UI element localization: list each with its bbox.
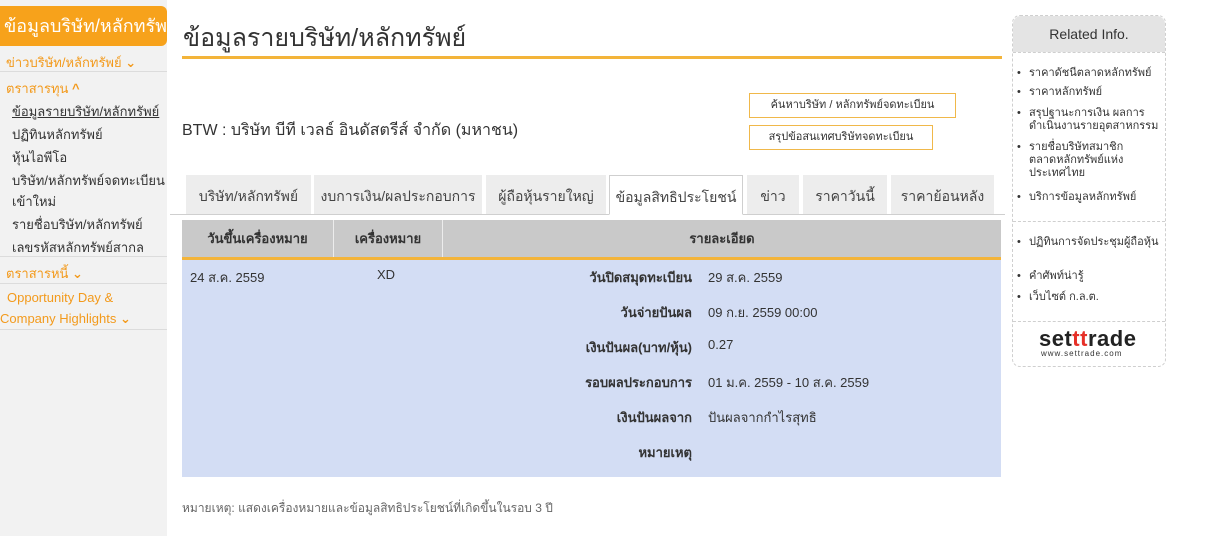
chevron-down-icon: ⌄ xyxy=(125,55,137,70)
search-company-button[interactable]: ค้นหาบริษัท / หลักทรัพย์จดทะเบียน xyxy=(749,93,956,118)
sidebar-item-debt[interactable]: ตราสารหนี้ ⌄ xyxy=(0,263,167,284)
footnote: หมายเหตุ: แสดงเครื่องหมายและข้อมูลสิทธิป… xyxy=(182,501,553,515)
settrade-logo-accent: tt xyxy=(1072,326,1088,351)
tab-bar: บริษัท/หลักทรัพย์ งบการเงิน/ผลประกอบการ … xyxy=(170,175,1005,215)
related-info-panel: Related Info. ราคาดัชนีตลาดหลักทรัพย์ รา… xyxy=(1012,15,1166,367)
detail-value-book-close: 29 ส.ค. 2559 xyxy=(708,270,783,285)
tab-benefits[interactable]: ข้อมูลสิทธิประโยชน์ xyxy=(609,175,743,215)
row-date: 24 ส.ค. 2559 xyxy=(190,270,265,285)
sidebar-item-calendar[interactable]: ปฏิทินหลักทรัพย์ xyxy=(0,124,167,145)
sidebar-divider xyxy=(0,329,167,330)
detail-label-source: เงินปันผลจาก xyxy=(616,410,692,425)
chevron-down-icon: ⌄ xyxy=(72,266,83,281)
detail-label-remark: หมายเหตุ xyxy=(638,445,692,460)
sidebar-item-equity[interactable]: ตราสารทุน ^ xyxy=(0,78,167,99)
detail-label-dividend: เงินปันผล(บาท/หุ้น) xyxy=(585,340,692,355)
sidebar-divider xyxy=(0,71,167,72)
detail-value-source: ปันผลจากกำไรสุทธิ xyxy=(708,410,817,425)
tab-price-history[interactable]: ราคาย้อนหลัง xyxy=(891,175,994,214)
settrade-logo-part: set xyxy=(1039,326,1073,351)
panel-divider xyxy=(1013,321,1165,322)
company-summary-button[interactable]: สรุปข้อสนเทศบริษัทจดทะเบียน xyxy=(749,125,933,150)
related-link-member-list[interactable]: รายชื่อบริษัทสมาชิกตลาดหลักทรัพย์แห่งประ… xyxy=(1017,141,1165,180)
detail-value-dividend: 0.27 xyxy=(708,337,734,352)
related-link-financial-summary[interactable]: สรุปฐานะการเงิน ผลการดำเนินงานรายอุตสาหก… xyxy=(1017,107,1165,133)
related-link-sec-website[interactable]: เว็บไซต์ ก.ล.ต. xyxy=(1017,291,1165,304)
sidebar-item-isin[interactable]: เลขรหัสหลักทรัพย์สากล xyxy=(0,237,167,258)
detail-label-book-close: วันปิดสมุดทะเบียน xyxy=(589,270,692,285)
sidebar-item-company-list[interactable]: รายชื่อบริษัท/หลักทรัพย์ xyxy=(0,214,167,235)
row-sign: XD xyxy=(377,267,396,282)
chevron-down-icon: ⌄ xyxy=(119,311,131,326)
table-header: วันขึ้นเครื่องหมาย เครื่องหมาย รายละเอีย… xyxy=(182,220,1001,257)
tab-company[interactable]: บริษัท/หลักทรัพย์ xyxy=(186,175,311,214)
related-link-agm-calendar[interactable]: ปฏิทินการจัดประชุมผู้ถือหุ้น xyxy=(1017,236,1165,249)
left-sidebar: ข้อมูลบริษัท/หลักทรัพย์ ข่าวบริษัท/หลักท… xyxy=(0,0,178,536)
sidebar-item-news[interactable]: ข่าวบริษัท/หลักทรัพย์ ⌄ xyxy=(0,52,167,73)
page-title: ข้อมูลรายบริษัท/หลักทรัพย์ xyxy=(183,24,467,52)
tab-price-today[interactable]: ราคาวันนี้ xyxy=(803,175,887,214)
panel-divider xyxy=(1013,221,1165,222)
tab-shareholders[interactable]: ผู้ถือหุ้นรายใหญ่ xyxy=(486,175,606,214)
sidebar-item-news-label: ข่าวบริษัท/หลักทรัพย์ xyxy=(6,55,122,70)
detail-label-period: รอบผลประกอบการ xyxy=(585,375,692,390)
sidebar-item-new-listed[interactable]: บริษัท/หลักทรัพย์จดทะเบียน xyxy=(0,170,167,191)
tab-financials[interactable]: งบการเงิน/ผลประกอบการ xyxy=(314,175,482,214)
related-info-header: Related Info. xyxy=(1013,16,1165,52)
sidebar-divider xyxy=(0,256,167,257)
detail-value-payment-date: 09 ก.ย. 2559 00:00 xyxy=(708,305,818,320)
benefits-table: วันขึ้นเครื่องหมาย เครื่องหมาย รายละเอีย… xyxy=(182,220,1001,477)
sidebar-item-highlights-label: Company Highlights xyxy=(0,311,117,326)
table-header-rule xyxy=(182,257,1001,260)
chevron-up-icon: ^ xyxy=(72,81,80,96)
settrade-logo-part: rade xyxy=(1087,326,1137,351)
tab-news[interactable]: ข่าว xyxy=(747,175,799,214)
sidebar-item-opportunity[interactable]: Opportunity Day & xyxy=(0,290,167,305)
related-link-index-price[interactable]: ราคาดัชนีตลาดหลักทรัพย์ xyxy=(1017,67,1165,80)
column-header-sign: เครื่องหมาย xyxy=(354,231,422,246)
column-header-date: วันขึ้นเครื่องหมาย xyxy=(207,231,308,246)
column-header-details: รายละเอียด xyxy=(689,231,755,246)
sidebar-item-ipo[interactable]: หุ้นไอพีโอ xyxy=(0,147,167,168)
panel-divider xyxy=(1013,52,1165,53)
settrade-url: www.settrade.com xyxy=(1041,349,1123,358)
related-link-glossary[interactable]: คำศัพท์น่ารู้ xyxy=(1017,270,1165,283)
sidebar-divider xyxy=(0,283,167,284)
detail-value-period: 01 ม.ค. 2559 - 10 ส.ค. 2559 xyxy=(708,375,870,390)
title-divider xyxy=(182,56,1002,59)
sidebar-title[interactable]: ข้อมูลบริษัท/หลักทรัพย์ xyxy=(0,6,178,46)
sidebar-item-debt-label: ตราสารหนี้ xyxy=(6,266,69,281)
related-link-stock-price[interactable]: ราคาหลักทรัพย์ xyxy=(1017,86,1165,99)
sidebar-item-equity-label: ตราสารทุน xyxy=(6,81,69,96)
sidebar-item-company-info[interactable]: ข้อมูลรายบริษัท/หลักทรัพย์ xyxy=(0,101,167,122)
company-name: BTW : บริษัท บีที เวลธ์ อินดัสตรีส์ จำกั… xyxy=(182,122,519,139)
related-link-data-service[interactable]: บริการข้อมูลหลักทรัพย์ xyxy=(1017,191,1165,204)
sidebar-item-new-listed-cont[interactable]: เข้าใหม่ xyxy=(0,191,167,212)
sidebar-item-opportunity-label: Opportunity Day & xyxy=(7,290,114,305)
detail-label-payment-date: วันจ่ายปันผล xyxy=(620,305,692,320)
sidebar-item-highlights[interactable]: Company Highlights ⌄ xyxy=(0,311,167,327)
